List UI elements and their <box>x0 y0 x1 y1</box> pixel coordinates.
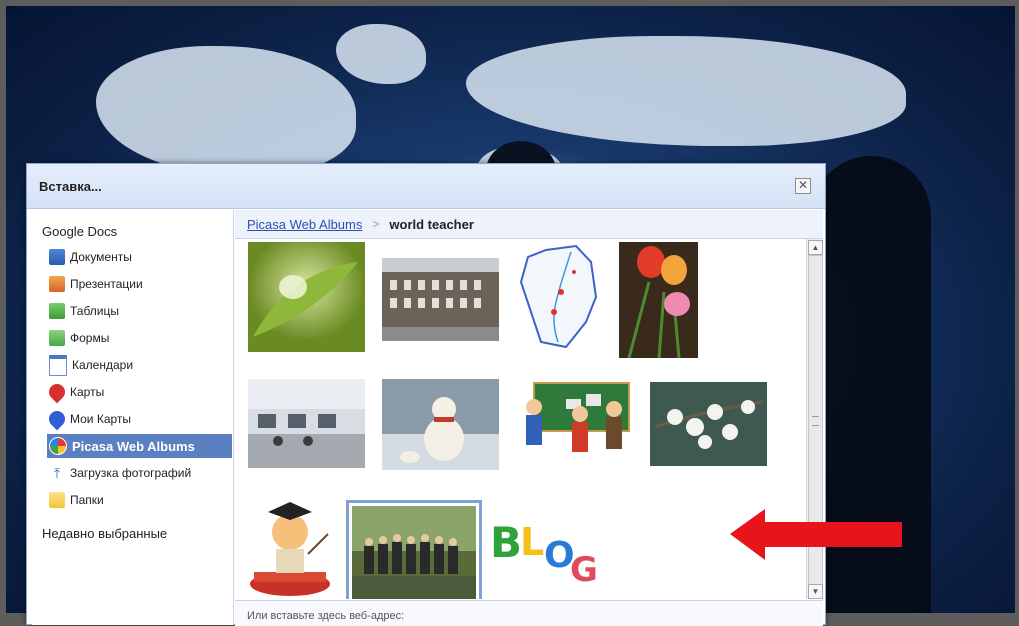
sidebar-item-folders[interactable]: Папки <box>47 488 232 512</box>
scroll-up-icon[interactable]: ▲ <box>808 240 823 255</box>
photo-thumbnail[interactable] <box>248 242 365 352</box>
insert-dialog: Вставка... ✕ Google Docs Документы Презе… <box>26 163 826 626</box>
svg-text:G: G <box>570 550 598 590</box>
scroll-grip-icon <box>812 416 819 426</box>
picker-main: Picasa Web Albums > world teacher B L O … <box>235 210 823 626</box>
url-prompt-label: Или вставьте здесь веб-адрес: <box>247 610 405 622</box>
photo-thumbnail[interactable] <box>382 379 499 470</box>
sidebar-item-calendars[interactable]: Календари <box>47 353 232 377</box>
documents-icon <box>49 249 65 265</box>
breadcrumb-link-picasa[interactable]: Picasa Web Albums <box>247 217 362 232</box>
sidebar-item-forms[interactable]: Формы <box>47 326 232 350</box>
forms-icon <box>49 330 65 346</box>
sidebar-item-documents[interactable]: Документы <box>47 245 232 269</box>
continent-north-america <box>96 46 356 176</box>
photo-thumbnail-selected[interactable] <box>346 500 482 599</box>
sidebar-item-label: Презентации <box>70 277 143 291</box>
photo-thumbnail[interactable] <box>248 379 365 468</box>
sidebar-item-label: Мои Карты <box>70 412 132 426</box>
sidebar-item-label: Папки <box>70 493 104 507</box>
sidebar-item-presentations[interactable]: Презентации <box>47 272 232 296</box>
sidebar-item-label: Picasa Web Albums <box>72 438 195 454</box>
svg-text:B: B <box>490 518 522 567</box>
sidebar-item-label: Таблицы <box>70 304 120 318</box>
picasa-icon <box>49 437 67 455</box>
sidebar-item-maps[interactable]: Карты <box>45 380 232 404</box>
sidebar-item-label: Карты <box>70 385 105 399</box>
svg-text:L: L <box>520 520 544 564</box>
folder-icon <box>49 492 65 508</box>
sidebar-item-label: Документы <box>70 250 132 264</box>
close-button[interactable]: ✕ <box>795 178 811 194</box>
sidebar-recent[interactable]: Недавно выбранные <box>42 526 167 541</box>
map-pin-icon <box>45 380 69 404</box>
sidebar-item-label: Формы <box>70 331 110 345</box>
breadcrumb-separator-icon: > <box>372 217 380 231</box>
breadcrumb-current-album: world teacher <box>389 216 474 232</box>
photo-thumbnail[interactable] <box>516 379 633 468</box>
photo-thumbnail[interactable]: B L O G <box>486 509 606 594</box>
sidebar: Google Docs Документы Презентации Таблиц… <box>32 210 234 625</box>
photo-thumbnail[interactable] <box>516 242 601 354</box>
sidebar-item-label: Календари <box>72 358 134 372</box>
photo-thumbnail[interactable] <box>619 242 698 358</box>
photo-thumbnail[interactable] <box>248 494 332 599</box>
sidebar-item-upload-photos[interactable]: ⤒ Загрузка фотографий <box>47 461 232 485</box>
close-icon: ✕ <box>797 178 809 192</box>
calendar-icon <box>49 354 67 376</box>
photo-thumbnail[interactable] <box>382 258 499 341</box>
continent-greenland <box>336 24 426 84</box>
url-entry-area: Или вставьте здесь веб-адрес: <box>235 600 823 626</box>
sidebar-item-picasa[interactable]: Picasa Web Albums <box>47 434 232 458</box>
dialog-title: Вставка... <box>39 179 102 194</box>
sidebar-item-spreadsheets[interactable]: Таблицы <box>47 299 232 323</box>
scroll-down-icon[interactable]: ▼ <box>808 584 823 599</box>
breadcrumb: Picasa Web Albums > world teacher <box>235 210 823 239</box>
sidebar-item-my-maps[interactable]: Мои Карты <box>45 407 232 431</box>
dialog-titlebar: Вставка... ✕ <box>27 164 825 209</box>
red-arrow-annotation <box>730 509 902 560</box>
presentations-icon <box>49 276 65 292</box>
sidebar-item-label: Загрузка фотографий <box>70 466 192 480</box>
spreadsheets-icon <box>49 303 65 319</box>
my-maps-pin-icon <box>45 407 69 431</box>
continent-eurasia <box>466 36 906 146</box>
photo-grid: B L O G <box>235 239 807 599</box>
photo-thumbnail[interactable] <box>650 382 767 466</box>
sidebar-group-google-docs: Google Docs <box>42 224 118 239</box>
upload-icon: ⤒ <box>53 465 61 481</box>
